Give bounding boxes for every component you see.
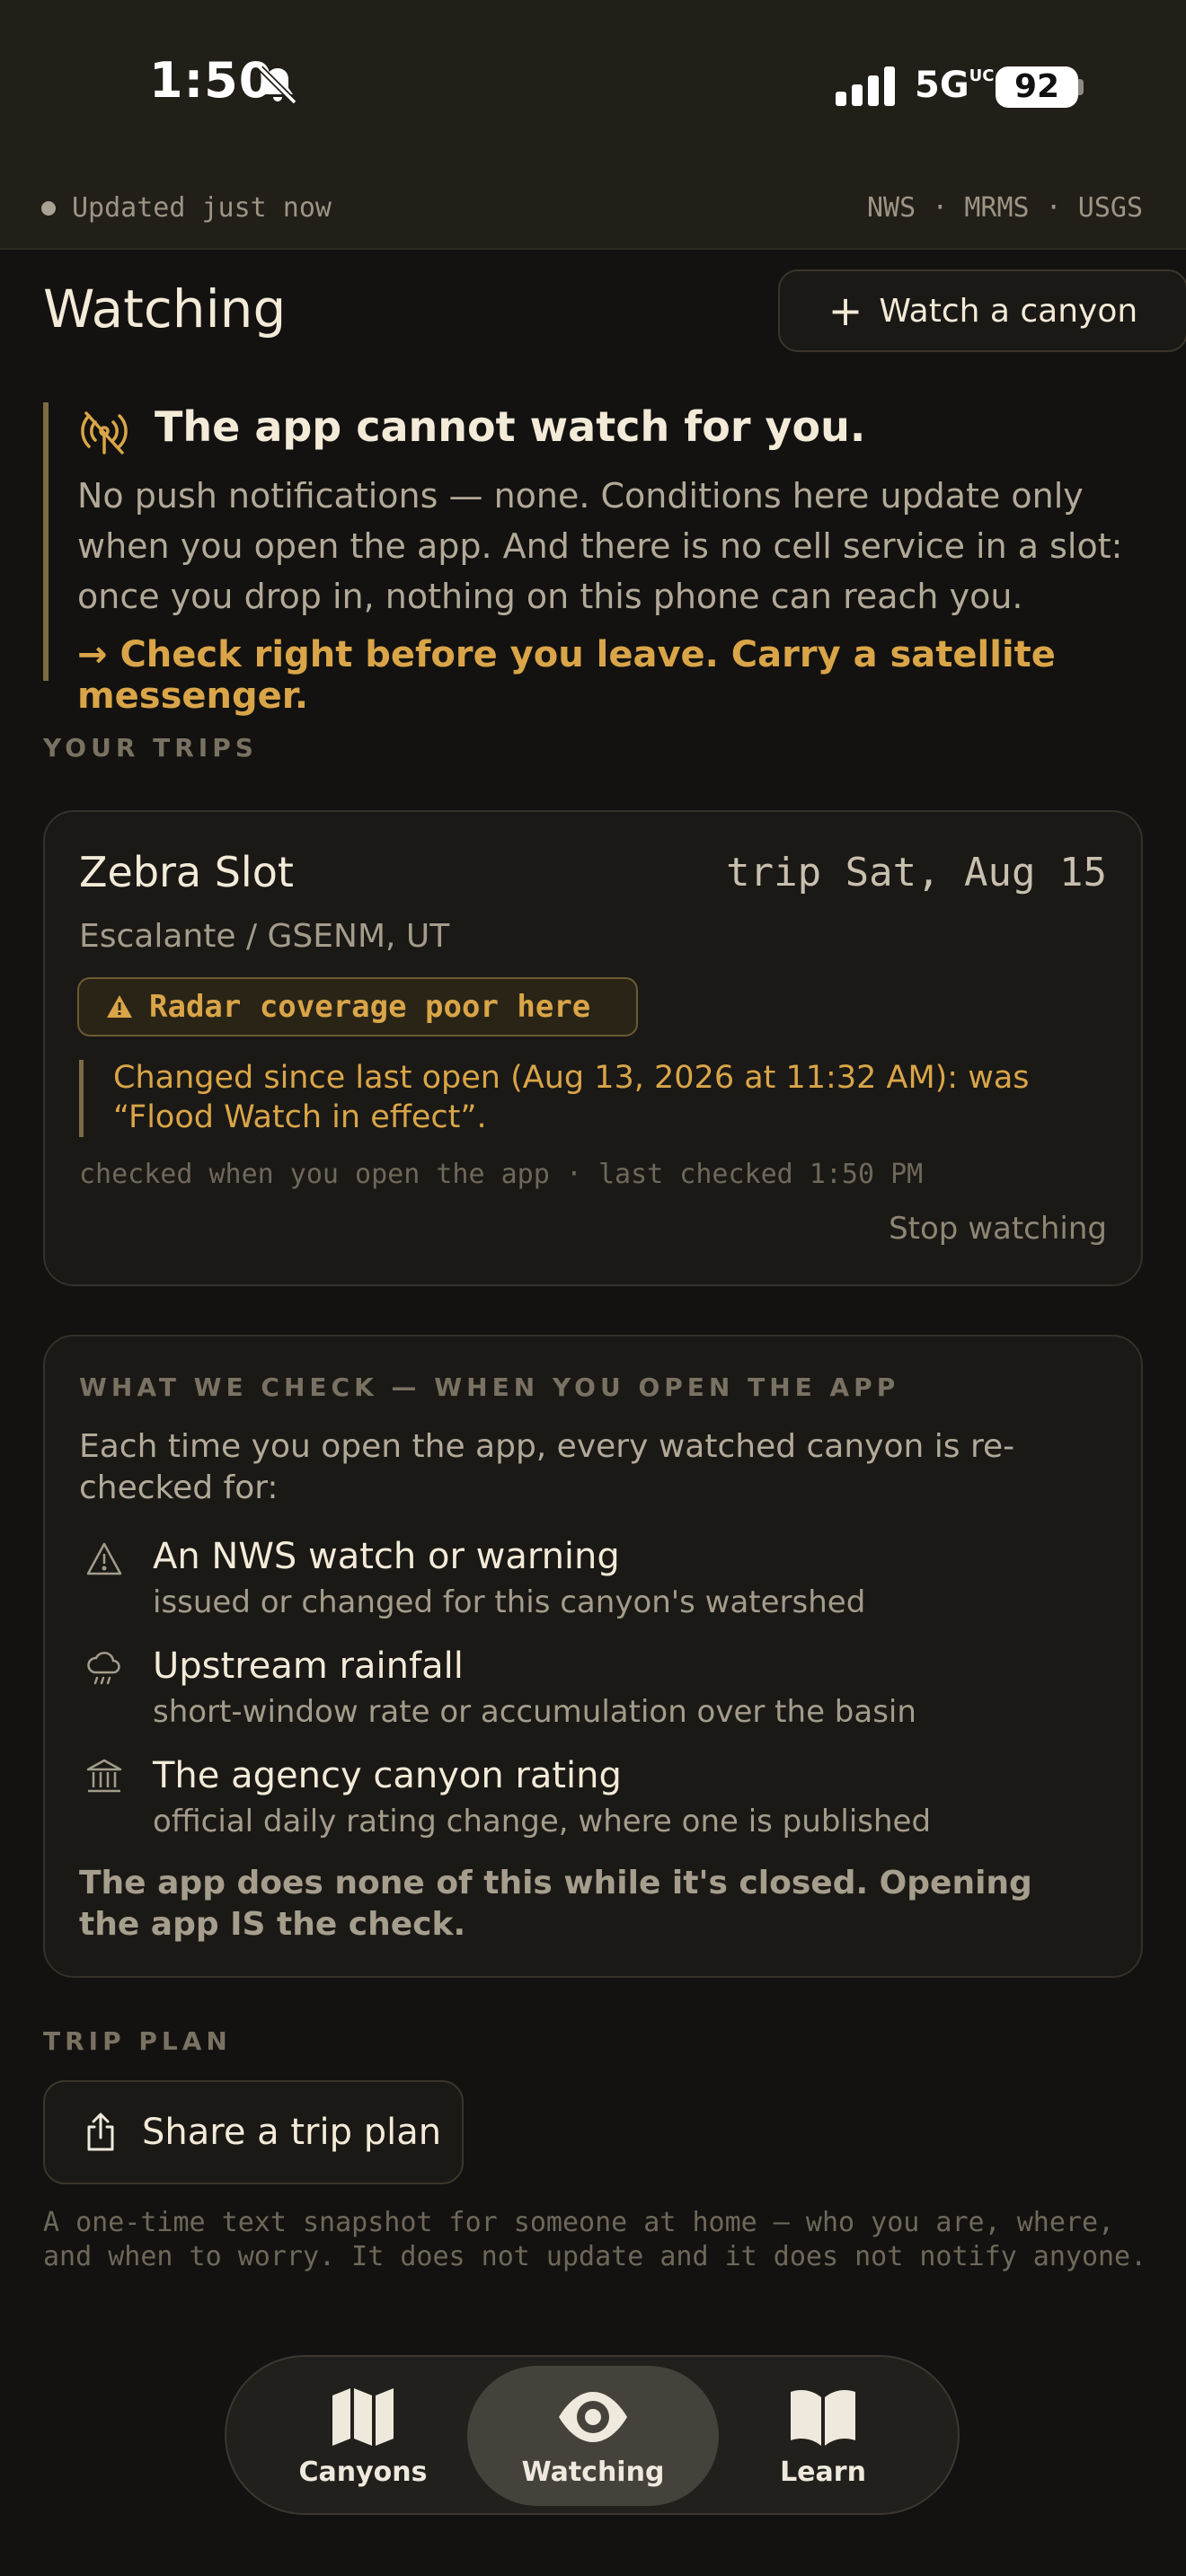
what-we-check-label: WHAT WE CHECK — WHEN YOU OPEN THE APP [79, 1372, 900, 1402]
check-item-title: The agency canyon rating [153, 1755, 622, 1796]
section-label-trip-plan: TRIP PLAN [43, 2026, 232, 2056]
tab-label: Watching [521, 2456, 665, 2488]
trip-date: trip Sat, Aug 15 [726, 850, 1107, 895]
changed-notice: Changed since last open (Aug 13, 2026 at… [113, 1060, 1030, 1135]
warning-triangle-icon [86, 1542, 122, 1575]
warning-body: No push notifications — none. Conditions… [77, 476, 1123, 616]
network-type: 5GUC [915, 65, 995, 106]
tab-label: Canyons [298, 2456, 428, 2488]
check-item-subtitle: short-window rate or accumulation over t… [153, 1694, 916, 1730]
what-we-check-intro: Each time you open the app, every watche… [79, 1428, 1015, 1506]
page-title: Watching [43, 278, 287, 340]
what-we-check-footer: The app does none of this while it's clo… [79, 1865, 1032, 1943]
trip-plan-note: A one-time text snapshot for someone at … [43, 2207, 1147, 2272]
updated-status: Updated just now [72, 192, 332, 224]
check-item-title: Upstream rainfall [153, 1645, 464, 1687]
check-item-subtitle: official daily rating change, where one … [153, 1804, 932, 1839]
warning-title: The app cannot watch for you. [155, 402, 866, 451]
trip-card[interactable]: Zebra Slot trip Sat, Aug 15 Escalante / … [43, 810, 1143, 1286]
radar-coverage-badge: Radar coverage poor here [77, 977, 638, 1037]
battery-nub [1078, 79, 1084, 95]
check-item-title: An NWS watch or warning [153, 1536, 620, 1577]
tab-label: Learn [780, 2456, 866, 2488]
check-item-subtitle: issued or changed for this canyon's wate… [153, 1584, 866, 1620]
rain-cloud-icon [87, 1652, 120, 1685]
status-bar: 1:50 5GUC 92 Updated just now NWS · MRMS… [0, 0, 1186, 250]
stop-watching-button[interactable]: Stop watching [889, 1211, 1107, 1247]
tab-learn[interactable]: Learn [697, 2366, 949, 2506]
section-label-your-trips: YOUR TRIPS [43, 733, 258, 763]
share-trip-plan-button[interactable]: Share a trip plan [43, 2080, 464, 2184]
status-dot [41, 201, 56, 216]
eye-icon [559, 2391, 627, 2442]
warning-cta: → Check right before you leave. Carry a … [77, 634, 1056, 717]
battery-indicator: 92 [996, 66, 1078, 108]
radar-coverage-text: Radar coverage poor here [149, 989, 591, 1025]
warning-icon [107, 995, 132, 1018]
book-icon [791, 2389, 855, 2446]
share-trip-plan-label: Share a trip plan [142, 2112, 442, 2153]
watch-canyon-label: Watch a canyon [879, 292, 1138, 330]
plus-icon: + [828, 287, 863, 335]
tab-canyons[interactable]: Canyons [237, 2366, 489, 2506]
tab-watching[interactable]: Watching [467, 2366, 719, 2506]
map-icon [332, 2387, 394, 2446]
what-we-check-card: WHAT WE CHECK — WHEN YOU OPEN THE APP Ea… [43, 1335, 1143, 1978]
cell-signal-icon [836, 66, 895, 106]
trip-location: Escalante / GSENM, UT [79, 918, 450, 955]
share-icon [87, 2113, 114, 2151]
changed-accent-bar [79, 1060, 84, 1137]
watch-canyon-button[interactable]: + Watch a canyon [778, 269, 1186, 352]
data-sources: NWS · MRMS · USGS [866, 192, 1143, 224]
warning-accent-bar [43, 402, 49, 681]
bank-building-icon [86, 1759, 122, 1793]
no-signal-icon [81, 411, 128, 454]
trip-name: Zebra Slot [79, 848, 294, 896]
silent-bell-icon [258, 66, 297, 105]
last-checked: checked when you open the app · last che… [79, 1159, 924, 1190]
tab-bar: Canyons Watching Learn [225, 2355, 960, 2515]
